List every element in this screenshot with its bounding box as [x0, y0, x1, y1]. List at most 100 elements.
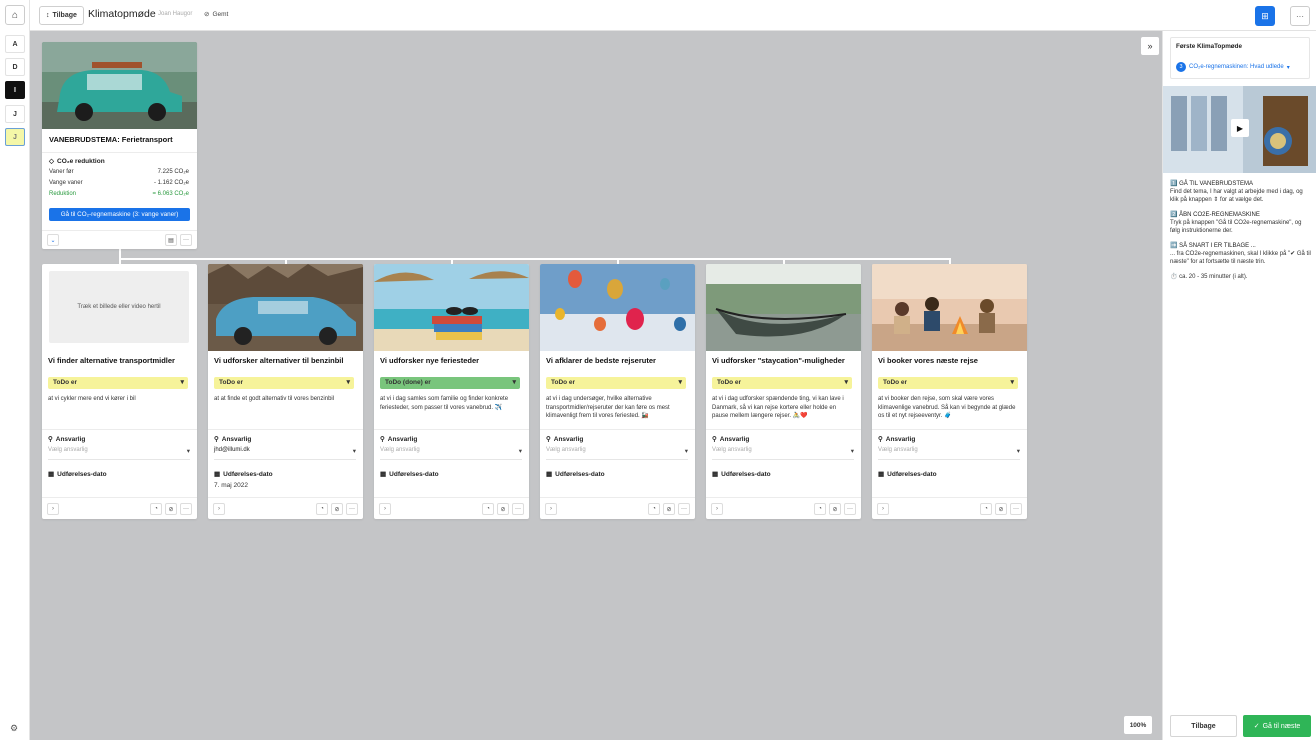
date-value[interactable]: 7. maj 2022 — [214, 482, 248, 489]
step-dropdown[interactable]: 3 CO₂e-regnemaskinen: Hvad udlede ▾ — [1176, 62, 1290, 72]
status-dropdown[interactable]: ToDo (done) er — [380, 377, 520, 389]
card-actions: ◔ ⊘ ··· — [980, 503, 1022, 515]
divider — [42, 497, 197, 498]
more-icon[interactable]: ··· — [512, 503, 524, 515]
todo-card[interactable]: Vi udforsker alternativer til benzinbil … — [208, 264, 363, 519]
rail-item-i[interactable]: I — [5, 81, 25, 99]
date-label-text: Udførelses-dato — [223, 470, 273, 478]
timer-icon[interactable]: ◔ — [980, 503, 992, 515]
date-label: ▦ Udførelses-dato — [546, 470, 605, 479]
date-label: ▦ Udførelses-dato — [380, 470, 439, 479]
rail-item-j[interactable]: J — [5, 105, 25, 123]
status-dropdown[interactable]: ToDo er — [712, 377, 852, 389]
calendar-icon: ▦ — [48, 471, 55, 478]
instructions: 1️⃣ GÅ TIL VANEBRUDSTEMA Find det tema, I… — [1170, 180, 1312, 288]
timer-icon[interactable]: ◔ — [814, 503, 826, 515]
tree-view-button[interactable]: ⊞ — [1255, 6, 1275, 26]
chevron-right-icon[interactable]: › — [213, 503, 225, 515]
divider — [712, 459, 854, 460]
chevron-right-icon[interactable]: › — [545, 503, 557, 515]
divider — [208, 497, 363, 498]
go-to-next-label: Gå til næste — [1262, 722, 1301, 730]
card-title: Vi afklarer de bedste rejseruter — [546, 356, 656, 365]
theme-title: VANEBRUDSTEMA: Ferietransport — [49, 135, 173, 144]
responsible-select[interactable]: jhd@illumi.dk — [214, 447, 356, 455]
settings-icon[interactable]: ⚙ — [5, 720, 23, 736]
status-dropdown[interactable]: ToDo er — [48, 377, 188, 389]
rail-item-j-selected[interactable]: J — [5, 128, 25, 146]
hide-icon[interactable]: ⊘ — [165, 503, 177, 515]
card-image — [872, 264, 1027, 351]
more-menu-button[interactable]: ··· — [1290, 6, 1310, 26]
responsible-select[interactable]: Vælg ansvarlig — [546, 447, 688, 455]
todo-card[interactable]: Vi udforsker nye feriesteder ToDo (done)… — [374, 264, 529, 519]
zoom-level[interactable]: 100% — [1124, 716, 1152, 734]
rail-item-a[interactable]: A — [5, 35, 25, 53]
responsible-select[interactable]: Vælg ansvarlig — [380, 447, 522, 455]
more-icon[interactable]: ··· — [180, 503, 192, 515]
video-thumbnail[interactable]: ▶ — [1163, 86, 1316, 173]
divider — [374, 429, 529, 430]
divider — [214, 459, 356, 460]
media-dropzone[interactable]: Træk et billede eller video hertil — [49, 271, 189, 343]
responsible-select[interactable]: Vælg ansvarlig — [48, 447, 190, 455]
person-icon: ⚲ — [712, 436, 717, 443]
right-panel: Første KlimaTopmøde 3 CO₂e-regnemaskinen… — [1162, 31, 1316, 740]
todo-card[interactable]: Træk et billede eller video hertil Vi fi… — [42, 264, 197, 519]
todo-card[interactable]: Vi udforsker "staycation"-muligheder ToD… — [706, 264, 861, 519]
todo-card[interactable]: Vi booker vores næste rejse ToDo er at v… — [872, 264, 1027, 519]
timer-icon[interactable]: ◔ — [316, 503, 328, 515]
chevron-right-icon[interactable]: › — [877, 503, 889, 515]
status-dropdown[interactable]: ToDo er — [546, 377, 686, 389]
back-button-label: Tilbage — [52, 12, 77, 19]
card-actions: ◔ ⊘ ··· — [150, 503, 192, 515]
chevron-right-icon[interactable]: › — [711, 503, 723, 515]
play-icon[interactable]: ▶ — [1231, 119, 1249, 137]
rail-item-d[interactable]: D — [5, 58, 25, 76]
chevron-down-icon: ▾ — [1286, 64, 1290, 71]
calendar-icon: ▦ — [546, 471, 553, 478]
card-title: Vi udforsker "staycation"-muligheder — [712, 356, 845, 365]
hide-icon[interactable]: ⊘ — [497, 503, 509, 515]
card-actions: ◔ ⊘ ··· — [316, 503, 358, 515]
chevron-right-icon[interactable]: › — [379, 503, 391, 515]
hide-icon[interactable]: ⊘ — [829, 503, 841, 515]
chevron-right-icon[interactable]: › — [47, 503, 59, 515]
more-icon[interactable]: ··· — [844, 503, 856, 515]
divider — [42, 230, 197, 231]
instruction-body: ⏱️ ca. 20 - 35 minutter (i alt). — [1170, 274, 1248, 280]
status-dropdown[interactable]: ToDo er — [878, 377, 1018, 389]
timer-icon[interactable]: ◔ — [482, 503, 494, 515]
expand-chevron-icon[interactable]: ⌄ — [47, 234, 59, 246]
go-to-next-button[interactable]: ✓ Gå til næste — [1243, 715, 1311, 737]
divider — [48, 459, 190, 460]
document-icon[interactable]: ▤ — [165, 234, 177, 246]
todo-card[interactable]: Vi afklarer de bedste rejseruter ToDo er… — [540, 264, 695, 519]
person-icon: ⚲ — [380, 436, 385, 443]
more-icon[interactable]: ··· — [1010, 503, 1022, 515]
timer-icon[interactable]: ◔ — [150, 503, 162, 515]
theme-card[interactable]: VANEBRUDSTEMA: Ferietransport ◇ CO₂e red… — [42, 42, 197, 249]
home-icon[interactable]: ⌂ — [5, 5, 25, 25]
more-icon[interactable]: ··· — [678, 503, 690, 515]
timer-icon[interactable]: ◔ — [648, 503, 660, 515]
go-to-co2-calculator-button[interactable]: Gå til CO₂-regnemaskine (3: vange vaner) — [49, 208, 190, 221]
panel-back-button[interactable]: Tilbage — [1170, 715, 1237, 737]
card-image — [42, 42, 197, 129]
responsible-select[interactable]: Vælg ansvarlig — [712, 447, 854, 455]
collapse-panel-button[interactable]: » — [1141, 37, 1159, 55]
more-icon[interactable]: ··· — [180, 234, 192, 246]
responsible-select[interactable]: Vælg ansvarlig — [878, 447, 1020, 455]
more-icon[interactable]: ··· — [346, 503, 358, 515]
canvas[interactable]: » VANEBRUDSTEMA: Ferietransport ◇ CO₂e r… — [30, 31, 1162, 740]
responsible-label: ⚲ Ansvarlig — [214, 435, 251, 444]
hide-icon[interactable]: ⊘ — [663, 503, 675, 515]
divider — [208, 429, 363, 430]
card-actions: ◔ ⊘ ··· — [648, 503, 690, 515]
page-title: Klimatopmøde — [88, 8, 156, 20]
hide-icon[interactable]: ⊘ — [995, 503, 1007, 515]
hide-icon[interactable]: ⊘ — [331, 503, 343, 515]
status-dropdown[interactable]: ToDo er — [214, 377, 354, 389]
card-description: at vi cykler mere end vi kører i bil — [48, 396, 136, 402]
back-button[interactable]: ↕ Tilbage — [39, 6, 84, 25]
